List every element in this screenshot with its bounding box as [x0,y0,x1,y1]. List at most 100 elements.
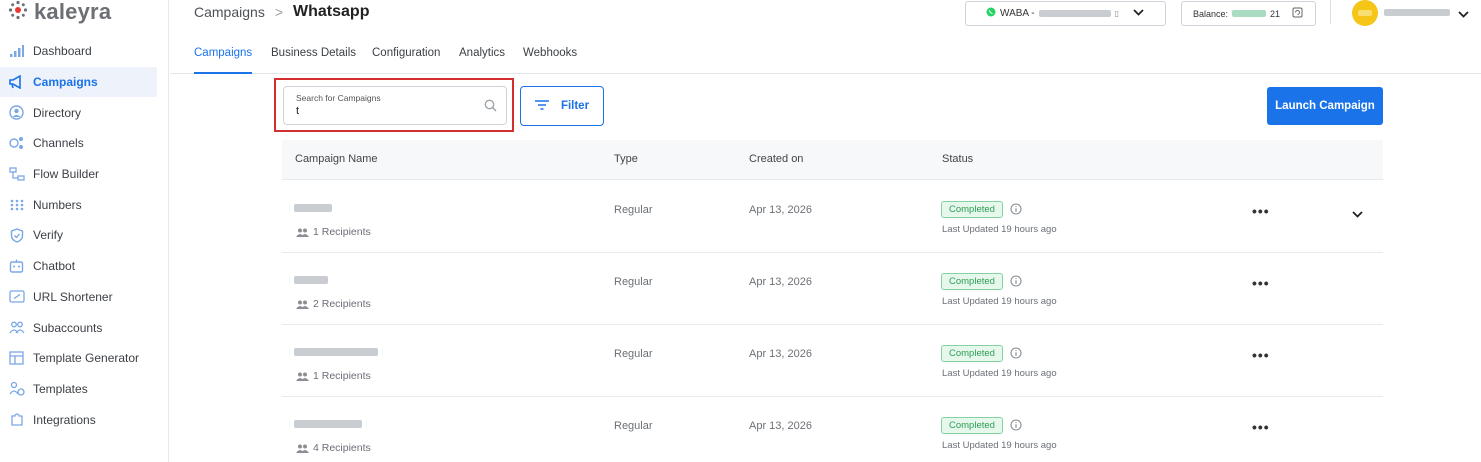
sidebar-item-label: Chatbot [33,259,76,274]
more-options-icon[interactable]: ••• [1252,419,1270,435]
filter-button[interactable]: Filter [520,86,604,126]
tab-bar: Campaigns Business Details Configuration… [170,36,1481,74]
status-badge: Completed [941,273,1003,290]
sidebar-item-flow-builder[interactable]: Flow Builder [0,159,157,190]
table-row[interactable]: 2 Recipients Regular Apr 13, 2026 Comple… [282,253,1383,325]
sidebar-item-label: Numbers [33,197,82,212]
last-updated: Last Updated 19 hours ago [942,440,1057,451]
refresh-icon[interactable] [1292,7,1303,20]
user-name-redacted[interactable] [1384,9,1450,16]
sidebar-item-channels[interactable]: Channels [0,128,157,159]
flow-icon [8,166,25,183]
chevron-down-icon[interactable] [1352,205,1363,223]
sidebar-nav: Dashboard Campaigns Directory Channels F… [0,36,169,435]
recipients: 1 Recipients [296,370,371,382]
sidebar-item-integrations[interactable]: Integrations [0,404,157,435]
sidebar-item-template-generator[interactable]: Template Generator [0,343,157,374]
table-header: Campaign Name Type Created on Status [282,140,1383,180]
campaign-name-redacted[interactable] [294,420,362,428]
sidebar-item-templates[interactable]: Templates [0,374,157,405]
chevron-down-icon [1133,8,1144,19]
breadcrumb-parent[interactable]: Campaigns [194,4,265,20]
people-icon [296,300,309,309]
chevron-down-icon[interactable] [1458,5,1469,23]
balance-value-redacted [1232,10,1267,17]
sidebar-item-label: Subaccounts [33,320,103,335]
sidebar-item-numbers[interactable]: Numbers [0,189,157,220]
sidebar-item-directory[interactable]: Directory [0,97,157,128]
recipients: 1 Recipients [296,226,371,238]
tab-campaigns[interactable]: Campaigns [194,47,253,74]
sidebar-item-dashboard[interactable]: Dashboard [0,36,157,67]
launch-campaign-button[interactable]: Launch Campaign [1267,87,1383,125]
top-header: Campaigns > Whatsapp WABA - ▯ Balance: 2… [170,0,1481,30]
created-date: Apr 13, 2026 [749,348,812,360]
search-icon[interactable] [484,99,497,117]
link-icon [8,288,25,305]
dialpad-icon [8,196,25,213]
campaign-name-redacted[interactable] [294,276,328,284]
filter-icon [534,99,549,113]
last-updated: Last Updated 19 hours ago [942,296,1057,307]
table-row[interactable]: 1 Recipients Regular Apr 13, 2026 Comple… [282,325,1383,397]
puzzle-icon [8,411,25,428]
more-options-icon[interactable]: ••• [1252,347,1270,363]
campaign-name-redacted[interactable] [294,348,378,356]
info-icon[interactable] [1010,418,1022,436]
sidebar-item-label: Flow Builder [33,167,100,182]
recipients-count: 4 Recipients [313,442,371,454]
last-updated: Last Updated 19 hours ago [942,224,1057,235]
column-header-name[interactable]: Campaign Name [295,153,378,165]
sidebar-item-label: Dashboard [33,44,92,59]
sidebar-item-label: URL Shortener [33,289,113,304]
column-header-status[interactable]: Status [942,153,973,165]
info-icon[interactable] [1010,202,1022,220]
sidebar-item-label: Channels [33,136,84,151]
status-badge: Completed [941,345,1003,362]
column-header-type[interactable]: Type [614,153,638,165]
sidebar-item-url-shortener[interactable]: URL Shortener [0,282,157,313]
sidebar-item-label: Verify [33,228,64,243]
bot-icon [8,258,25,275]
balance-label: Balance: [1193,8,1229,19]
sidebar-item-chatbot[interactable]: Chatbot [0,251,157,282]
created-date: Apr 13, 2026 [749,204,812,216]
tab-business-details[interactable]: Business Details [271,47,356,74]
channels-icon [8,135,25,152]
logo-text: kaleyra [34,0,112,24]
search-value[interactable]: t [296,105,299,117]
sidebar-item-campaigns[interactable]: Campaigns [0,66,157,98]
logo[interactable]: kaleyra [8,0,112,24]
recipients: 4 Recipients [296,442,371,454]
recipients-count: 1 Recipients [313,370,371,382]
page-title: Whatsapp [293,3,370,20]
recipients: 2 Recipients [296,298,371,310]
balance-suffix: 21 [1270,8,1281,19]
search-input[interactable]: Search for Campaigns t [283,86,507,125]
tab-configuration[interactable]: Configuration [372,47,440,74]
sidebar-item-verify[interactable]: Verify [0,220,157,251]
contact-icon [8,104,25,121]
waba-selector[interactable]: WABA - ▯ [965,1,1166,26]
sidebar-item-subaccounts[interactable]: Subaccounts [0,312,157,343]
info-icon[interactable] [1010,274,1022,292]
header-divider [1330,0,1331,24]
campaign-type: Regular [614,420,653,432]
whatsapp-icon [986,7,996,20]
column-header-created[interactable]: Created on [749,153,803,165]
more-options-icon[interactable]: ••• [1252,203,1270,219]
more-options-icon[interactable]: ••• [1252,275,1270,291]
campaign-type: Regular [614,276,653,288]
table-row[interactable]: 4 Recipients Regular Apr 13, 2026 Comple… [282,397,1383,462]
tab-webhooks[interactable]: Webhooks [523,47,577,74]
status-badge: Completed [941,201,1003,218]
avatar[interactable] [1352,0,1378,26]
campaign-type: Regular [614,348,653,360]
breadcrumb: Campaigns > Whatsapp [194,3,369,21]
campaign-name-redacted[interactable] [294,204,332,212]
tab-analytics[interactable]: Analytics [459,47,505,74]
table-row[interactable]: 1 Recipients Regular Apr 13, 2026 Comple… [282,181,1383,253]
sidebar-item-label: Templates [33,381,88,396]
info-icon[interactable] [1010,346,1022,364]
sidebar-item-label: Directory [33,105,82,120]
